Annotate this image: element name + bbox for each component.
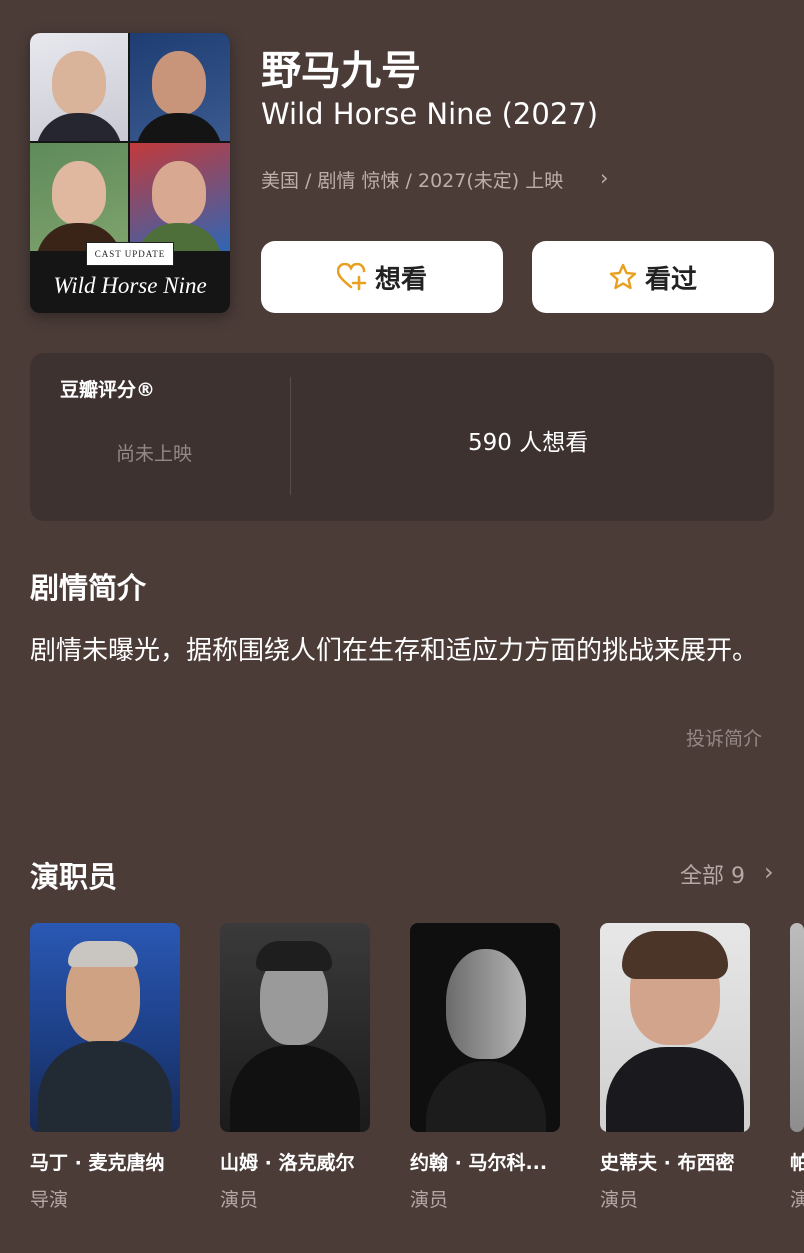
cast-name[interactable]: 山姆 · 洛克威尔 xyxy=(220,1148,380,1175)
cast-section-title: 演职员 xyxy=(30,860,118,894)
want-count: 590 人想看 xyxy=(468,430,589,456)
poster-badge: CAST UPDATE xyxy=(86,242,174,266)
cast-name[interactable]: 帕 xyxy=(790,1148,804,1175)
poster-photo-3 xyxy=(30,143,128,251)
cast-photo[interactable] xyxy=(600,923,750,1132)
cast-role: 演员 xyxy=(220,1189,259,1211)
want-to-watch-button[interactable]: 想看 xyxy=(261,241,503,313)
poster-photo-4 xyxy=(130,143,230,251)
poster-photo-1 xyxy=(30,33,128,141)
cast-card[interactable] xyxy=(220,923,370,1132)
chevron-right-icon[interactable]: › xyxy=(764,858,774,886)
want-to-watch-label: 想看 xyxy=(374,264,427,295)
cast-card[interactable] xyxy=(30,923,180,1132)
rating-status: 尚未上映 xyxy=(116,443,193,465)
watched-button[interactable]: 看过 xyxy=(532,241,774,313)
cast-name[interactable]: 史蒂夫 · 布西密 xyxy=(600,1148,760,1175)
synopsis-title: 剧情简介 xyxy=(30,571,147,605)
poster-photo-2 xyxy=(130,33,230,141)
heart-plus-icon xyxy=(336,263,367,291)
cast-photo[interactable] xyxy=(410,923,560,1132)
cast-card[interactable] xyxy=(790,923,804,1132)
cast-photo[interactable] xyxy=(220,923,370,1132)
cast-role: 演员 xyxy=(600,1189,639,1211)
cast-name[interactable]: 马丁 · 麦克唐纳 xyxy=(30,1148,190,1175)
rating-card: 豆瓣评分® 尚未上映 590 人想看 xyxy=(30,353,774,521)
poster-title: Wild Horse Nine xyxy=(53,273,207,298)
rating-divider xyxy=(290,377,291,495)
movie-meta[interactable]: 美国 / 剧情 惊悚 / 2027(未定) 上映 xyxy=(261,166,563,193)
cast-card[interactable] xyxy=(410,923,560,1132)
synopsis-text: 剧情未曝光，据称围绕人们在生存和适应力方面的挑战来展开。 xyxy=(30,636,759,666)
cast-photo[interactable] xyxy=(790,923,804,1132)
cast-role: 演 xyxy=(790,1189,804,1211)
cast-name[interactable]: 约翰 · 马尔科... xyxy=(410,1148,570,1175)
cast-card[interactable] xyxy=(600,923,750,1132)
watched-label: 看过 xyxy=(644,264,697,295)
rating-title: 豆瓣评分® xyxy=(60,379,156,401)
cast-photo[interactable] xyxy=(30,923,180,1132)
report-synopsis-link[interactable]: 投诉简介 xyxy=(686,724,762,751)
movie-original-title: Wild Horse Nine (2027) xyxy=(261,97,599,131)
movie-title: 野马九号 xyxy=(261,48,421,94)
movie-poster[interactable]: CAST UPDATE Wild Horse Nine xyxy=(30,33,230,313)
star-icon xyxy=(609,263,637,290)
all-cast-link[interactable]: 全部 9 xyxy=(680,858,745,890)
cast-role: 导演 xyxy=(30,1189,69,1211)
chevron-right-icon[interactable]: › xyxy=(600,166,608,190)
cast-role: 演员 xyxy=(410,1189,449,1211)
